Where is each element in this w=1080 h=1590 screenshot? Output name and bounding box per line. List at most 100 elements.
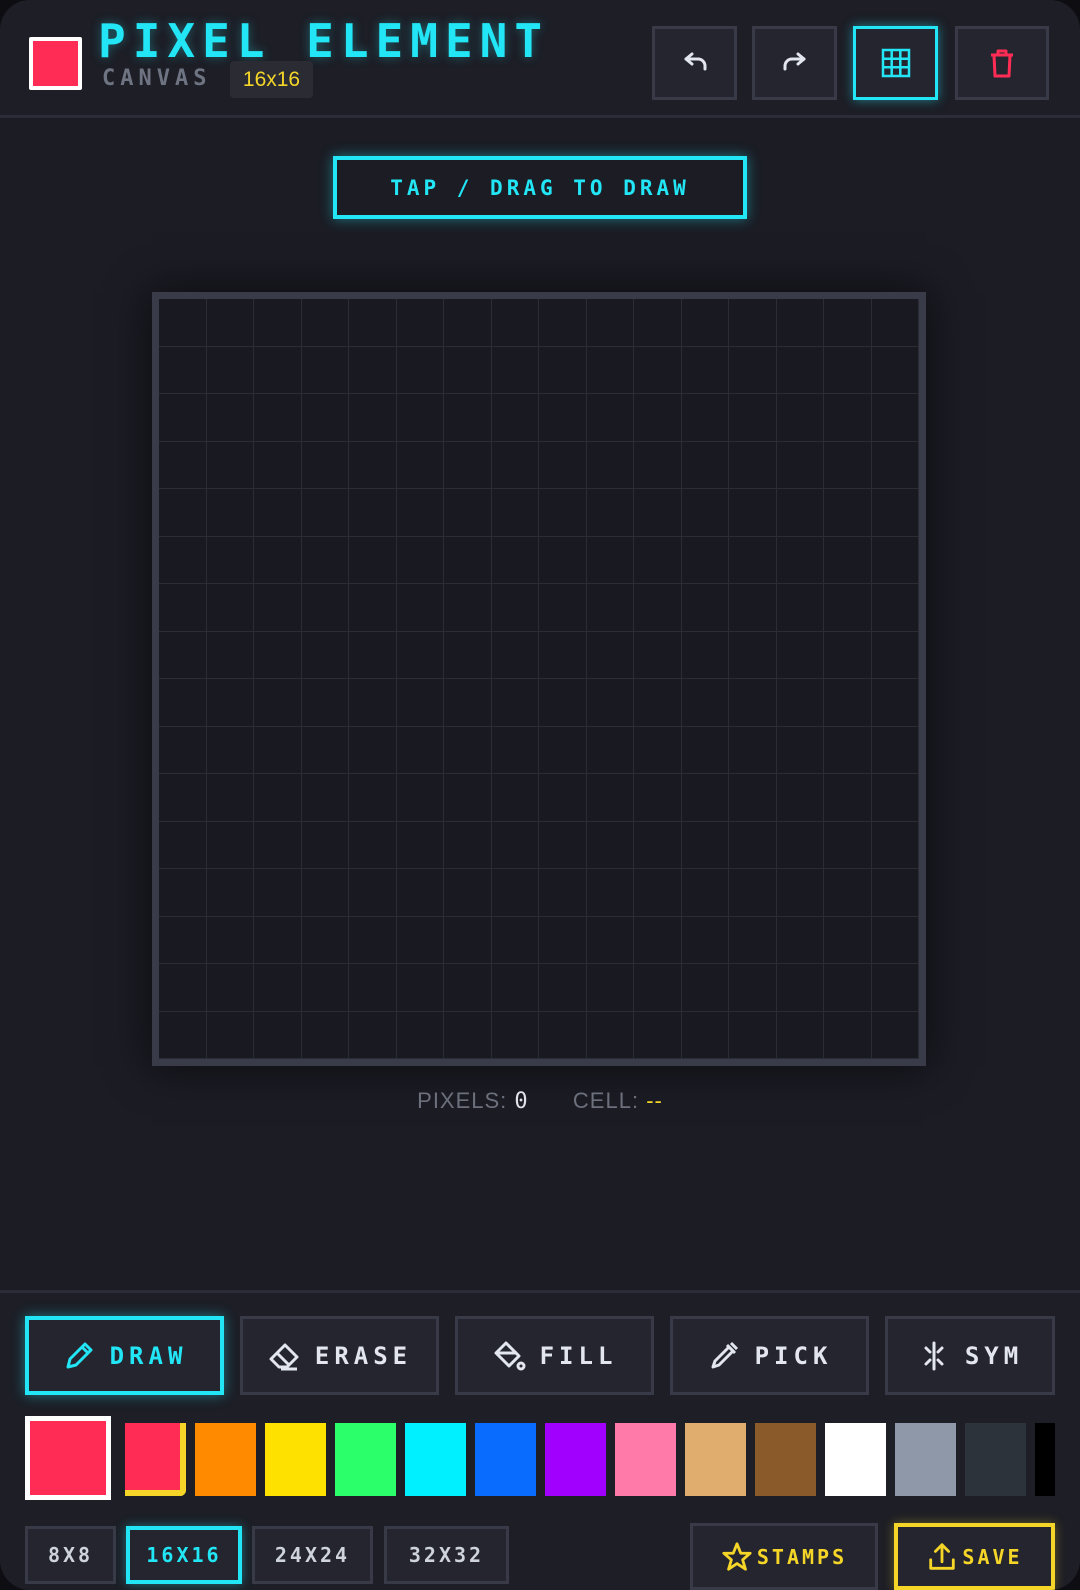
pixel-cell[interactable] bbox=[729, 584, 777, 632]
pixel-cell[interactable] bbox=[681, 394, 729, 442]
pixel-cell[interactable] bbox=[254, 536, 302, 584]
pixel-cell[interactable] bbox=[871, 964, 919, 1012]
pixel-cell[interactable] bbox=[776, 394, 824, 442]
pixel-cell[interactable] bbox=[491, 916, 539, 964]
pixel-cell[interactable] bbox=[539, 584, 587, 632]
pixel-cell[interactable] bbox=[871, 774, 919, 822]
pixel-cell[interactable] bbox=[681, 299, 729, 347]
pixel-cell[interactable] bbox=[776, 299, 824, 347]
pixel-cell[interactable] bbox=[396, 679, 444, 727]
pixel-cell[interactable] bbox=[349, 346, 397, 394]
pixel-cell[interactable] bbox=[349, 631, 397, 679]
tool-sym[interactable]: SYM bbox=[885, 1316, 1055, 1395]
pixel-cell[interactable] bbox=[396, 1011, 444, 1059]
pixel-cell[interactable] bbox=[824, 441, 872, 489]
pixel-cell[interactable] bbox=[539, 726, 587, 774]
pixel-cell[interactable] bbox=[159, 679, 207, 727]
pixel-cell[interactable] bbox=[159, 631, 207, 679]
pixel-cell[interactable] bbox=[206, 631, 254, 679]
pixel-cell[interactable] bbox=[824, 489, 872, 537]
pixel-cell[interactable] bbox=[681, 346, 729, 394]
pixel-cell[interactable] bbox=[491, 1011, 539, 1059]
pixel-cell[interactable] bbox=[254, 631, 302, 679]
pixel-cell[interactable] bbox=[491, 774, 539, 822]
pixel-cell[interactable] bbox=[206, 774, 254, 822]
pixel-cell[interactable] bbox=[539, 964, 587, 1012]
pixel-cell[interactable] bbox=[254, 869, 302, 917]
pixel-cell[interactable] bbox=[396, 916, 444, 964]
pixel-cell[interactable] bbox=[254, 774, 302, 822]
pixel-cell[interactable] bbox=[729, 536, 777, 584]
pixel-cell[interactable] bbox=[824, 299, 872, 347]
pixel-cell[interactable] bbox=[159, 394, 207, 442]
pixel-cell[interactable] bbox=[871, 489, 919, 537]
pixel-cell[interactable] bbox=[206, 346, 254, 394]
pixel-cell[interactable] bbox=[206, 394, 254, 442]
pixel-cell[interactable] bbox=[634, 1011, 682, 1059]
pixel-cell[interactable] bbox=[634, 964, 682, 1012]
pixel-cell[interactable] bbox=[301, 489, 349, 537]
pixel-cell[interactable] bbox=[824, 916, 872, 964]
pixel-cell[interactable] bbox=[301, 869, 349, 917]
pixel-cell[interactable] bbox=[681, 489, 729, 537]
pixel-cell[interactable] bbox=[871, 584, 919, 632]
tool-fill[interactable]: FILL bbox=[455, 1316, 654, 1395]
pixel-cell[interactable] bbox=[824, 774, 872, 822]
pixel-cell[interactable] bbox=[871, 631, 919, 679]
pixel-cell[interactable] bbox=[491, 584, 539, 632]
pixel-cell[interactable] bbox=[254, 726, 302, 774]
pixel-grid[interactable] bbox=[159, 299, 919, 1059]
pixel-cell[interactable] bbox=[444, 441, 492, 489]
pixel-cell[interactable] bbox=[349, 584, 397, 632]
pixel-cell[interactable] bbox=[824, 584, 872, 632]
pixel-cell[interactable] bbox=[444, 394, 492, 442]
palette-swatch[interactable] bbox=[755, 1423, 816, 1496]
pixel-cell[interactable] bbox=[396, 631, 444, 679]
pixel-cell[interactable] bbox=[206, 726, 254, 774]
pixel-cell[interactable] bbox=[776, 869, 824, 917]
pixel-cell[interactable] bbox=[254, 394, 302, 442]
pixel-cell[interactable] bbox=[491, 679, 539, 727]
pixel-cell[interactable] bbox=[634, 394, 682, 442]
pixel-cell[interactable] bbox=[206, 679, 254, 727]
pixel-cell[interactable] bbox=[634, 631, 682, 679]
pixel-cell[interactable] bbox=[586, 394, 634, 442]
pixel-cell[interactable] bbox=[729, 726, 777, 774]
pixel-cell[interactable] bbox=[491, 631, 539, 679]
size-16x16-button[interactable]: 16X16 bbox=[126, 1526, 242, 1584]
pixel-cell[interactable] bbox=[491, 441, 539, 489]
pixel-cell[interactable] bbox=[444, 1011, 492, 1059]
pixel-cell[interactable] bbox=[586, 726, 634, 774]
pixel-cell[interactable] bbox=[396, 394, 444, 442]
pixel-cell[interactable] bbox=[824, 394, 872, 442]
pixel-cell[interactable] bbox=[586, 964, 634, 1012]
pixel-cell[interactable] bbox=[491, 346, 539, 394]
pixel-cell[interactable] bbox=[206, 489, 254, 537]
pixel-cell[interactable] bbox=[681, 536, 729, 584]
pixel-cell[interactable] bbox=[491, 821, 539, 869]
pixel-cell[interactable] bbox=[586, 584, 634, 632]
pixel-cell[interactable] bbox=[301, 726, 349, 774]
pixel-cell[interactable] bbox=[776, 916, 824, 964]
pixel-cell[interactable] bbox=[349, 869, 397, 917]
pixel-cell[interactable] bbox=[349, 299, 397, 347]
pixel-cell[interactable] bbox=[539, 536, 587, 584]
pixel-cell[interactable] bbox=[444, 679, 492, 727]
pixel-cell[interactable] bbox=[871, 536, 919, 584]
pixel-cell[interactable] bbox=[254, 916, 302, 964]
pixel-cell[interactable] bbox=[254, 679, 302, 727]
pixel-cell[interactable] bbox=[634, 584, 682, 632]
pixel-cell[interactable] bbox=[206, 1011, 254, 1059]
pixel-cell[interactable] bbox=[349, 726, 397, 774]
pixel-cell[interactable] bbox=[349, 1011, 397, 1059]
pixel-cell[interactable] bbox=[729, 964, 777, 1012]
palette-swatch[interactable] bbox=[1035, 1423, 1055, 1496]
clear-button[interactable] bbox=[955, 26, 1049, 100]
pixel-cell[interactable] bbox=[586, 441, 634, 489]
pixel-cell[interactable] bbox=[254, 584, 302, 632]
pixel-cell[interactable] bbox=[206, 299, 254, 347]
pixel-cell[interactable] bbox=[586, 631, 634, 679]
pixel-cell[interactable] bbox=[681, 631, 729, 679]
redo-button[interactable] bbox=[752, 26, 837, 100]
pixel-cell[interactable] bbox=[539, 394, 587, 442]
